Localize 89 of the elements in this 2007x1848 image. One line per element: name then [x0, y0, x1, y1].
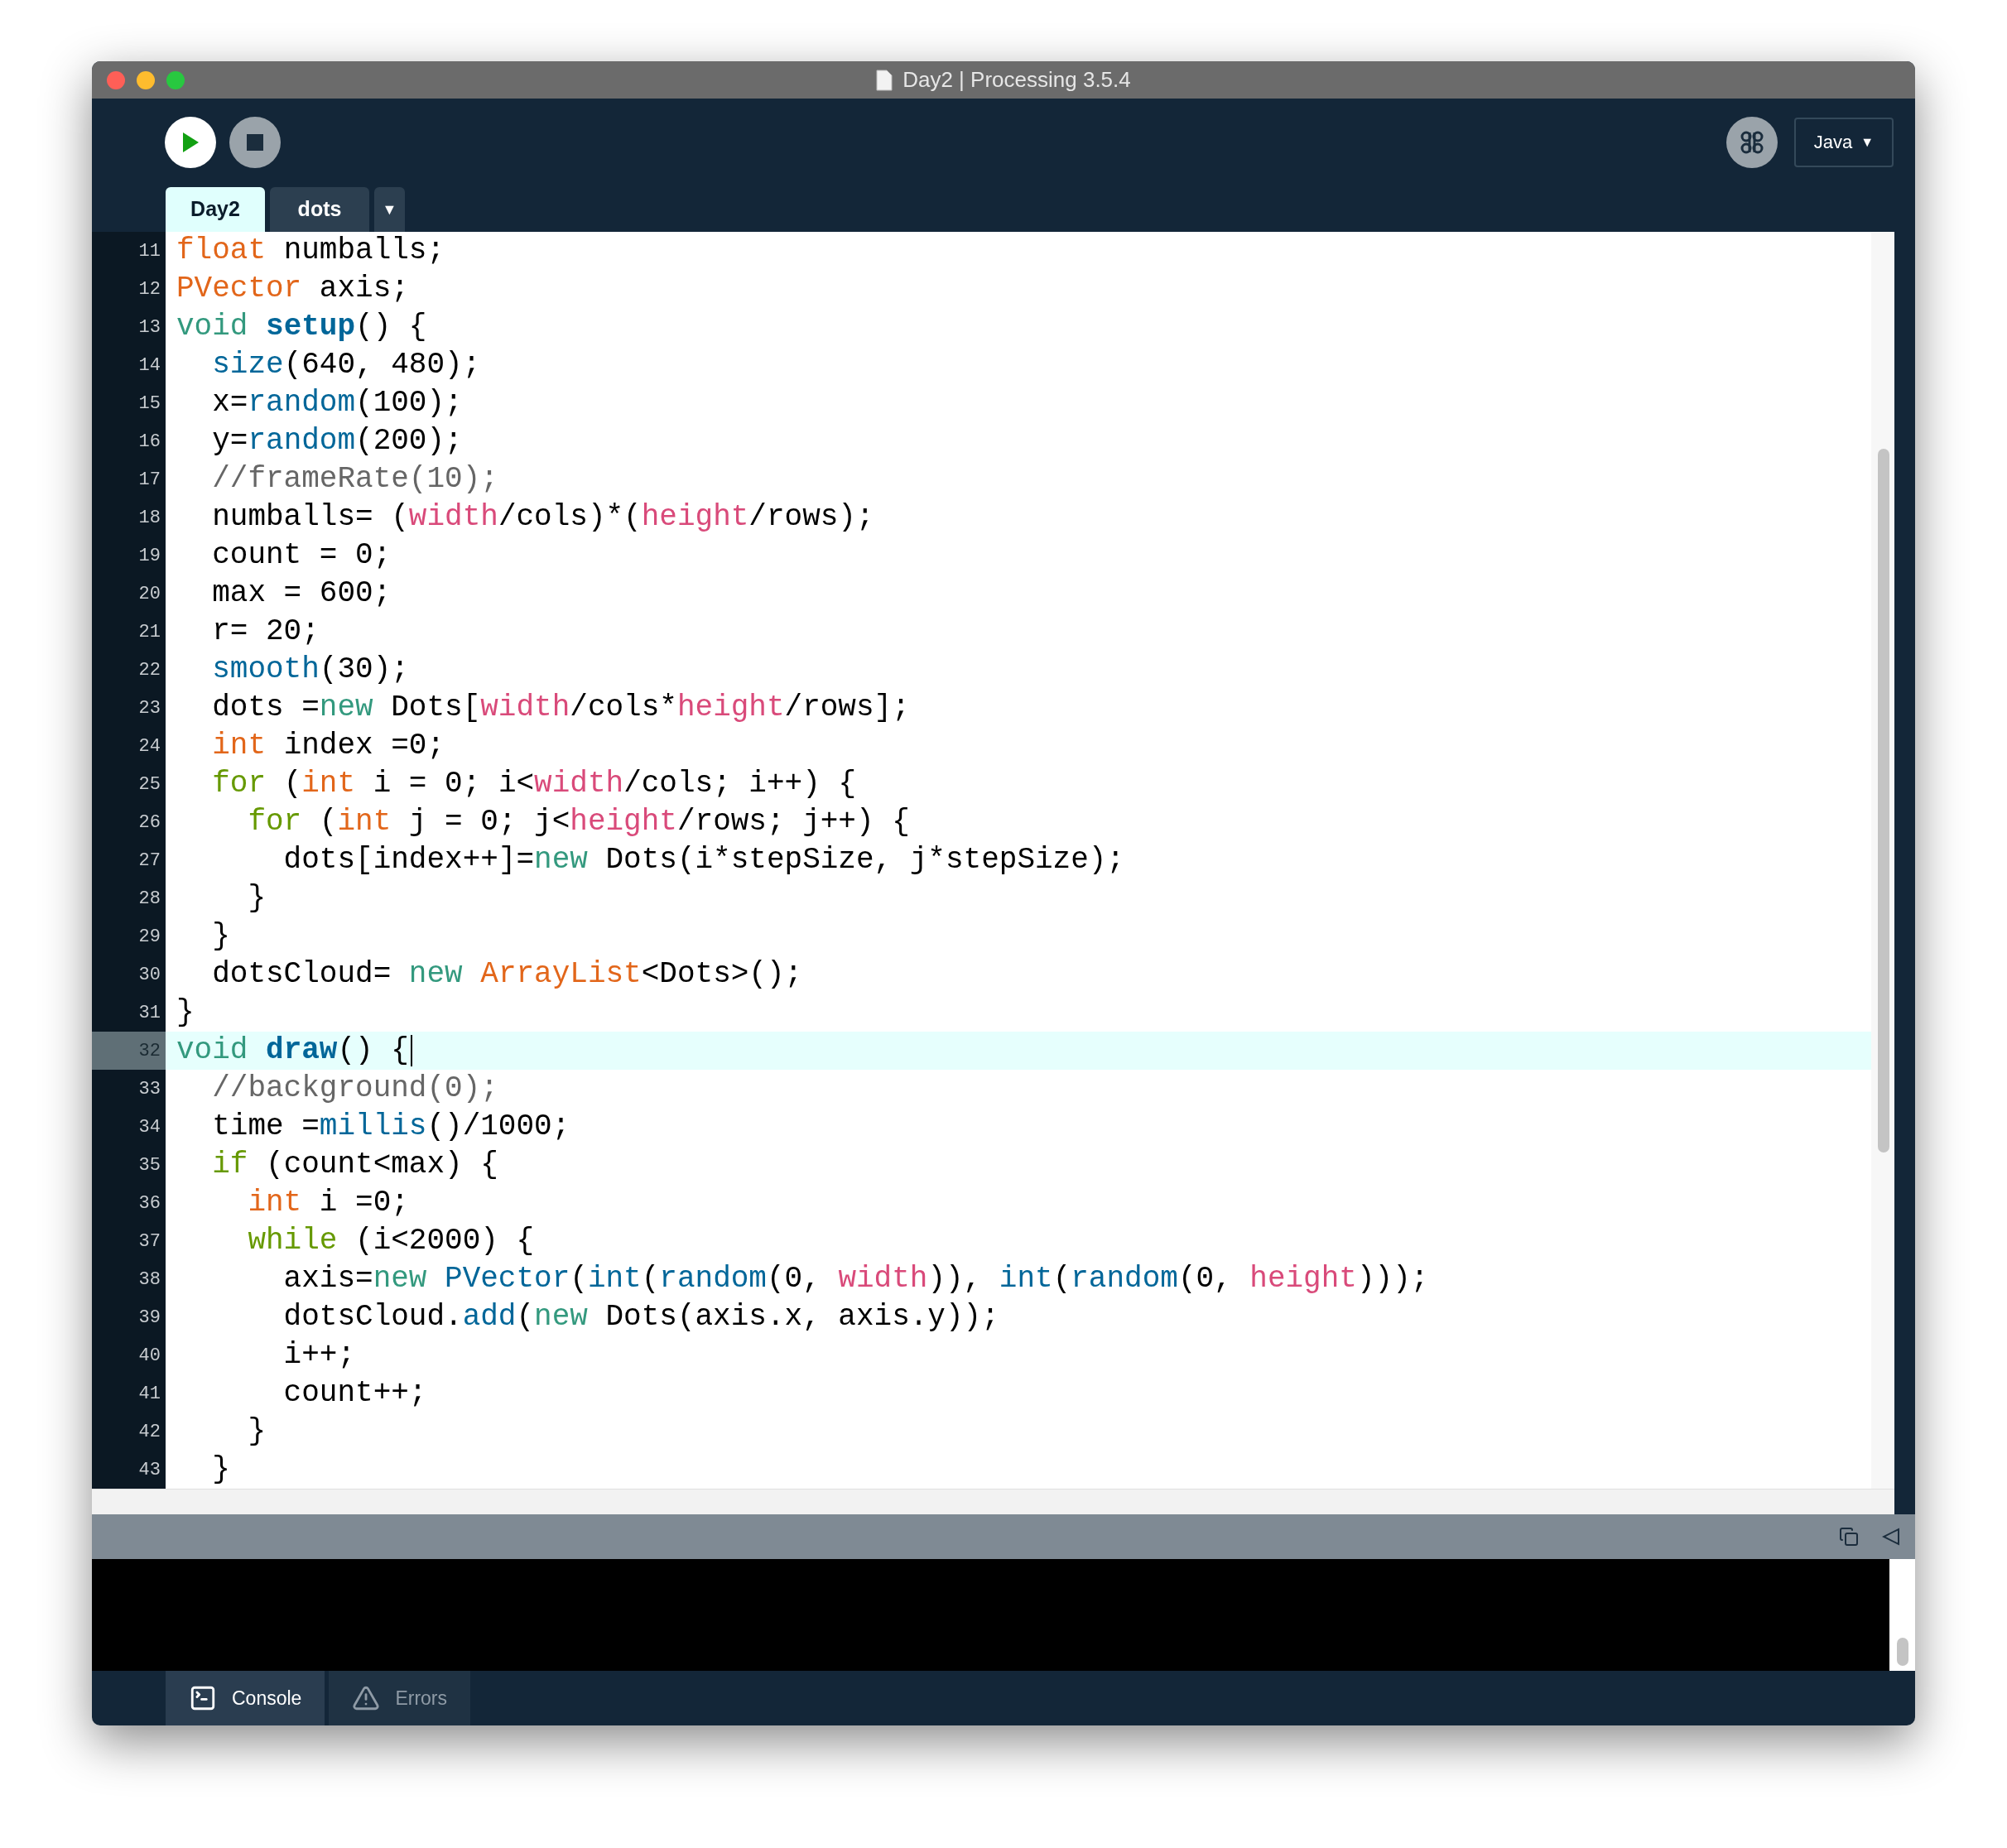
line-number: 29: [138, 925, 161, 949]
text-cursor: [410, 1035, 412, 1066]
warning-icon: [352, 1684, 381, 1712]
code-line: y=random(200);: [211, 423, 463, 460]
line-number: 33: [138, 1077, 161, 1101]
code-editor[interactable]: [92, 232, 1894, 1489]
zoom-button[interactable]: [166, 70, 185, 89]
line-number: 14: [138, 354, 161, 378]
line-number: 16: [138, 430, 161, 454]
code-line: float numballs;: [176, 233, 445, 269]
line-number: 31: [138, 1001, 161, 1025]
code-line: }: [247, 1413, 267, 1450]
code-line: r= 20;: [211, 614, 320, 650]
play-icon: [181, 131, 200, 153]
code-line: dots =new Dots[width/cols*height/rows];: [211, 690, 910, 726]
line-number: 24: [138, 734, 161, 758]
console-tab[interactable]: Errors: [329, 1671, 470, 1725]
minimize-button[interactable]: [137, 70, 155, 89]
code-line: count++;: [282, 1375, 427, 1412]
editor-tab[interactable]: Day2: [166, 187, 265, 232]
code-line: PVector axis;: [176, 271, 409, 307]
code-line: void draw() {: [176, 1032, 409, 1069]
code-line: numballs= (width/cols)*(height/rows);: [211, 499, 874, 536]
scrollbar-thumb[interactable]: [1897, 1638, 1908, 1666]
line-number: 15: [138, 392, 161, 416]
code-line: i++;: [282, 1337, 356, 1374]
line-number: 19: [138, 544, 161, 568]
file-icon: [876, 69, 893, 91]
tab-menu-button[interactable]: ▼: [374, 187, 405, 232]
line-number: 26: [138, 811, 161, 835]
code-line: size(640, 480);: [211, 347, 481, 383]
scrollbar-thumb[interactable]: [1878, 449, 1889, 1153]
line-number: 28: [138, 887, 161, 911]
code-line: void setup() {: [176, 309, 427, 345]
code-line: time =millis()/1000;: [211, 1109, 570, 1145]
console-tab[interactable]: Console: [166, 1671, 325, 1725]
code-line: for (int j = 0; j<height/rows; j++) {: [247, 804, 910, 840]
line-number: 17: [138, 468, 161, 492]
code-line: while (i<2000) {: [247, 1223, 535, 1259]
code-line: int index =0;: [211, 728, 445, 764]
line-number: 30: [138, 963, 161, 987]
line-number: 38: [138, 1268, 161, 1292]
line-number: 21: [138, 620, 161, 644]
code-line: for (int i = 0; i<width/cols; i++) {: [211, 766, 856, 802]
code-line: dotsCloud.add(new Dots(axis.x, axis.y));: [282, 1299, 999, 1335]
line-number: 20: [138, 582, 161, 606]
line-number: 11: [138, 239, 161, 263]
line-number: 25: [138, 772, 161, 796]
code-line: //background(0);: [211, 1071, 498, 1107]
line-number: 12: [138, 277, 161, 301]
scrollbar[interactable]: [1871, 232, 1894, 1489]
code-line: }: [247, 880, 267, 917]
line-number: 36: [138, 1191, 161, 1215]
line-number: 22: [138, 658, 161, 682]
code-line: }: [211, 1451, 230, 1488]
triangle-left-icon[interactable]: [1882, 1528, 1900, 1546]
code-line: smooth(30);: [211, 652, 409, 688]
close-button[interactable]: [107, 70, 125, 89]
line-number: 34: [138, 1115, 161, 1139]
line-number: 35: [138, 1153, 161, 1177]
code-line: }: [176, 994, 195, 1031]
line-number: 43: [138, 1458, 161, 1482]
line-number: 40: [138, 1344, 161, 1368]
line-number: 13: [138, 315, 161, 339]
copy-icon[interactable]: [1839, 1527, 1859, 1547]
window-title: Day2 | Processing 3.5.4: [902, 66, 1131, 94]
console-scrollbar[interactable]: [1889, 1559, 1915, 1671]
line-number: 39: [138, 1306, 161, 1330]
code-line: }: [211, 918, 230, 955]
line-number: 32: [138, 1039, 161, 1063]
code-line: x=random(100);: [211, 385, 463, 421]
terminal-icon: [189, 1684, 217, 1712]
mode-dropdown[interactable]: Java ▼: [1794, 117, 1894, 167]
code-line: max = 600;: [211, 575, 392, 612]
line-number: 27: [138, 849, 161, 873]
code-line: int i =0;: [247, 1185, 409, 1221]
line-number: 18: [138, 506, 161, 530]
line-number: 42: [138, 1420, 161, 1444]
code-line: axis=new PVector(int(random(0, width)), int(random(0, height)));: [282, 1261, 1429, 1297]
code-line: dotsCloud= new ArrayList<Dots>();: [211, 956, 803, 993]
code-line: //frameRate(10);: [211, 461, 498, 498]
code-line: dots[index++]=new Dots(i*stepSize, j*stepSize);: [282, 842, 1124, 878]
line-number: 41: [138, 1382, 161, 1406]
code-line: if (count<max) {: [211, 1147, 498, 1183]
editor-tab[interactable]: dots: [270, 187, 369, 232]
stop-icon: [247, 133, 263, 151]
line-number: 23: [138, 696, 161, 720]
code-line: count = 0;: [211, 537, 392, 574]
line-number: 37: [138, 1230, 161, 1254]
